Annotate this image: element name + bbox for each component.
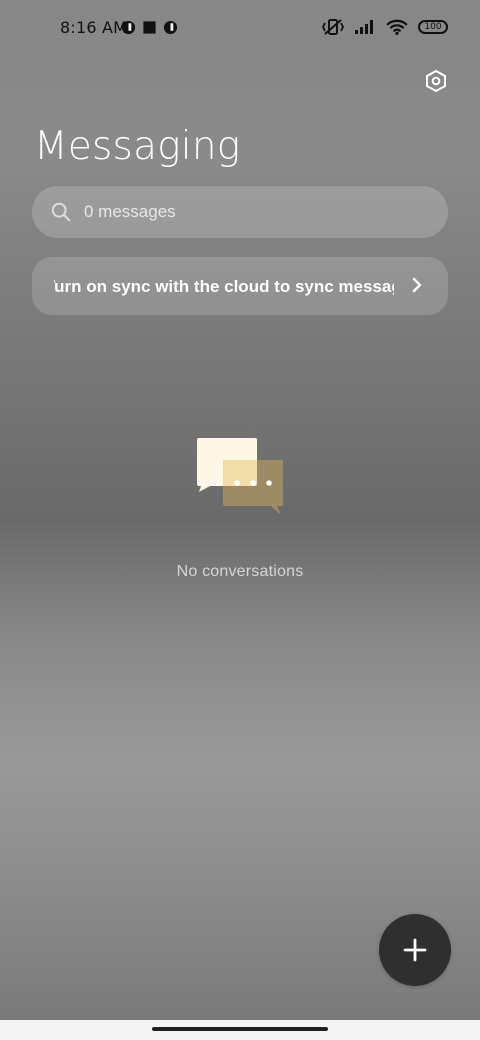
notification-circle-icon (163, 20, 178, 35)
home-indicator[interactable] (152, 1027, 328, 1031)
chat-bubbles-icon (197, 438, 283, 515)
search-bar[interactable] (32, 186, 448, 238)
page-title: Messaging (34, 124, 241, 169)
chevron-right-icon (412, 277, 422, 293)
messaging-screen: 8:16 AM 100 Messaging 0 messages Turn on… (0, 0, 480, 1040)
navigation-bar (0, 1020, 480, 1040)
status-time: 8:16 AM (60, 18, 128, 37)
signal-icon (355, 20, 373, 34)
battery-icon: 100 (418, 20, 448, 34)
square-app-icon (143, 21, 156, 34)
vibrate-off-icon (322, 19, 344, 35)
settings-hex-icon[interactable] (424, 69, 448, 93)
status-right-icons: 100 (322, 18, 448, 36)
new-conversation-button[interactable] (379, 914, 451, 986)
wifi-icon (386, 19, 408, 36)
notification-circle-icon (121, 20, 136, 35)
empty-state-text: No conversations (176, 563, 304, 580)
status-bar: 8:16 AM 100 (0, 0, 480, 56)
plus-icon (403, 938, 427, 962)
search-input[interactable] (84, 202, 384, 222)
sync-banner-text: Turn on sync with the cloud to sync mess… (54, 277, 394, 296)
search-icon (51, 202, 71, 222)
status-left-icons (121, 20, 178, 35)
sync-banner[interactable]: Turn on sync with the cloud to sync mess… (32, 257, 448, 315)
